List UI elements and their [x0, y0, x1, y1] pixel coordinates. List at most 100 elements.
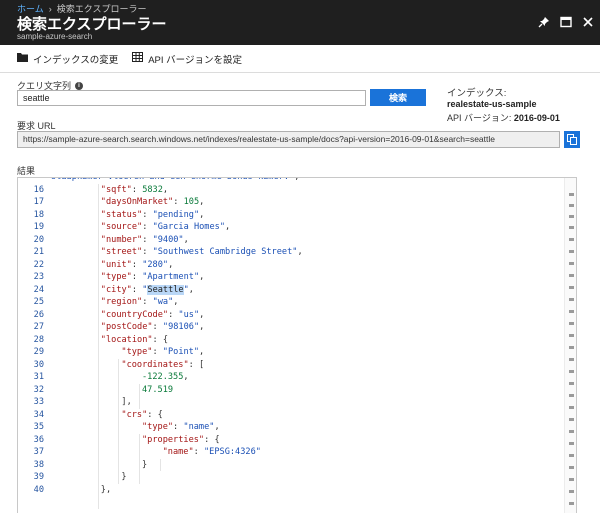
code-token: 105	[183, 197, 200, 207]
scrollbar-marker	[569, 430, 574, 433]
code-token: },	[100, 484, 112, 495]
code-line: 18 "status": "pending",	[18, 209, 558, 222]
search-highlight: Seattle	[147, 284, 184, 295]
line-number: 17	[33, 197, 44, 207]
code-line: 37 "name": "EPSG:4326"	[18, 446, 558, 459]
pin-icon[interactable]	[538, 16, 550, 28]
request-url-field[interactable]: https://sample-azure-search.search.windo…	[17, 131, 560, 148]
code-token: "Point"	[162, 347, 200, 357]
code-line: 23 "type": "Apartment",	[18, 271, 558, 284]
code-token: :	[131, 272, 143, 282]
scrollbar-marker	[569, 382, 574, 385]
code-token: :	[173, 422, 184, 432]
code-token: ,	[199, 197, 205, 207]
copy-button[interactable]	[564, 131, 580, 148]
line-number: 34	[33, 409, 44, 420]
info-icon[interactable]: i	[75, 81, 84, 90]
code-line: 35 "type": "name",	[18, 421, 558, 434]
code-token: : [	[188, 359, 205, 370]
breadcrumb-separator: ›	[48, 3, 52, 14]
scrollbar-marker	[569, 358, 574, 361]
line-number: 35	[33, 422, 44, 432]
code-token: "countryCode"	[100, 309, 169, 320]
scrollbar-marker	[569, 490, 574, 493]
code-token: "98106"	[162, 322, 200, 332]
code-line: 38}	[18, 459, 558, 472]
code-token: ,	[183, 372, 189, 382]
code-line: 17 "daysOnMarket": 105,	[18, 196, 558, 209]
code-token: :	[131, 184, 143, 195]
code-token: : {	[147, 409, 163, 420]
results-scrollbar[interactable]	[564, 178, 576, 513]
line-number: 40	[33, 484, 44, 495]
line-content: "name": "EPSG:4326"	[163, 446, 261, 459]
line-number: 20	[33, 234, 44, 245]
code-token: :	[152, 322, 163, 332]
code-token: ,	[168, 259, 174, 270]
code-token: ,	[199, 272, 205, 282]
code-token: -122.355	[142, 372, 184, 382]
code-token: : {	[152, 334, 169, 345]
scrollbar-marker	[569, 346, 574, 349]
query-input[interactable]	[17, 90, 366, 106]
api-version-label: API バージョン:	[447, 113, 512, 123]
code-line: 25 "region": "wa",	[18, 296, 558, 309]
code-token: :	[193, 447, 204, 457]
search-button[interactable]: 検索	[370, 89, 426, 106]
code-token: :	[168, 309, 179, 320]
line-number: 26	[33, 309, 44, 320]
line-number: 36	[33, 434, 44, 445]
line-number: 33	[33, 397, 44, 407]
code-token: :	[131, 284, 143, 295]
code-line: 20 "number": "9400",	[18, 234, 558, 247]
change-index-button[interactable]: インデックスの変更	[17, 52, 118, 66]
line-content: "crs": {	[121, 409, 162, 422]
scrollbar-marker	[569, 466, 574, 469]
code-line: 34 "crs": {	[18, 409, 558, 422]
line-number: 37	[33, 447, 44, 457]
code-line: 32 47.519	[18, 384, 558, 397]
code-line: 29 "type": "Point",	[18, 346, 558, 359]
indent-guide	[118, 358, 120, 484]
code-token: ,	[297, 247, 303, 257]
code-token: "source"	[100, 222, 143, 232]
code-token: "postCode"	[100, 322, 153, 332]
line-content: "sqft": 5832,	[101, 184, 168, 197]
line-content: "city": "Seattle",	[101, 284, 194, 297]
line-number: 16	[33, 184, 44, 195]
code-token: ,	[188, 284, 194, 295]
scrollbar-marker	[569, 322, 574, 325]
line-number: 31	[33, 372, 44, 382]
line-content: "type": "name",	[142, 421, 220, 434]
line-content: "type": "Apartment",	[101, 271, 205, 284]
set-api-version-button[interactable]: API バージョンを設定	[132, 52, 242, 66]
scrollbar-marker	[569, 250, 574, 253]
code-line: 28 "location": {	[18, 334, 558, 347]
code-token: :	[142, 234, 153, 245]
close-icon[interactable]	[582, 16, 594, 28]
code-token: "daysOnMarket"	[100, 197, 174, 207]
scrollbar-marker	[569, 334, 574, 337]
code-line: 21 "street": "Southwest Cambridge Street"…	[18, 246, 558, 259]
change-index-label: インデックスの変更	[33, 54, 119, 66]
code-line: 39}	[18, 471, 558, 484]
code-token: ,	[199, 322, 205, 332]
code-token: }	[142, 459, 148, 470]
code-token: ,	[162, 184, 169, 195]
code-token: "type"	[142, 422, 174, 432]
blade-header: ホーム › 検索エクスプローラー 検索エクスプローラー sample-azure…	[0, 0, 600, 45]
line-content: ],	[121, 396, 131, 409]
code-line: 31 -122.355,	[18, 371, 558, 384]
line-number: 38	[33, 459, 44, 470]
line-content: "region": "wa",	[101, 296, 179, 309]
maximize-icon[interactable]	[560, 16, 572, 28]
code-token: }	[121, 472, 127, 482]
results-viewer[interactable]: slaapkamer vloeren and een enorme bonus-…	[17, 177, 577, 513]
code-token: "location"	[100, 334, 153, 345]
code-token: ,	[199, 309, 205, 320]
table-icon	[132, 52, 144, 65]
code-token: "type"	[100, 272, 132, 282]
line-number: 32	[33, 384, 44, 395]
code-token: "unit"	[100, 259, 132, 270]
line-content: },	[101, 484, 111, 497]
